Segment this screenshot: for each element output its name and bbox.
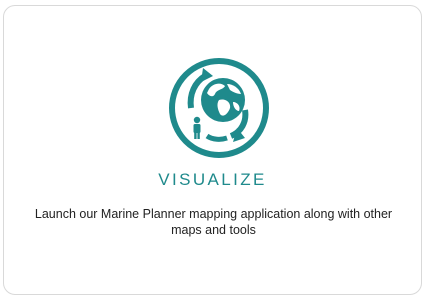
card-title: VISUALIZE (158, 170, 267, 189)
card-description: Launch our Marine Planner mapping applic… (34, 207, 393, 237)
globe-cycle-person-icon (167, 56, 271, 160)
visualize-card[interactable]: VISUALIZE Launch our Marine Planner mapp… (3, 5, 422, 295)
